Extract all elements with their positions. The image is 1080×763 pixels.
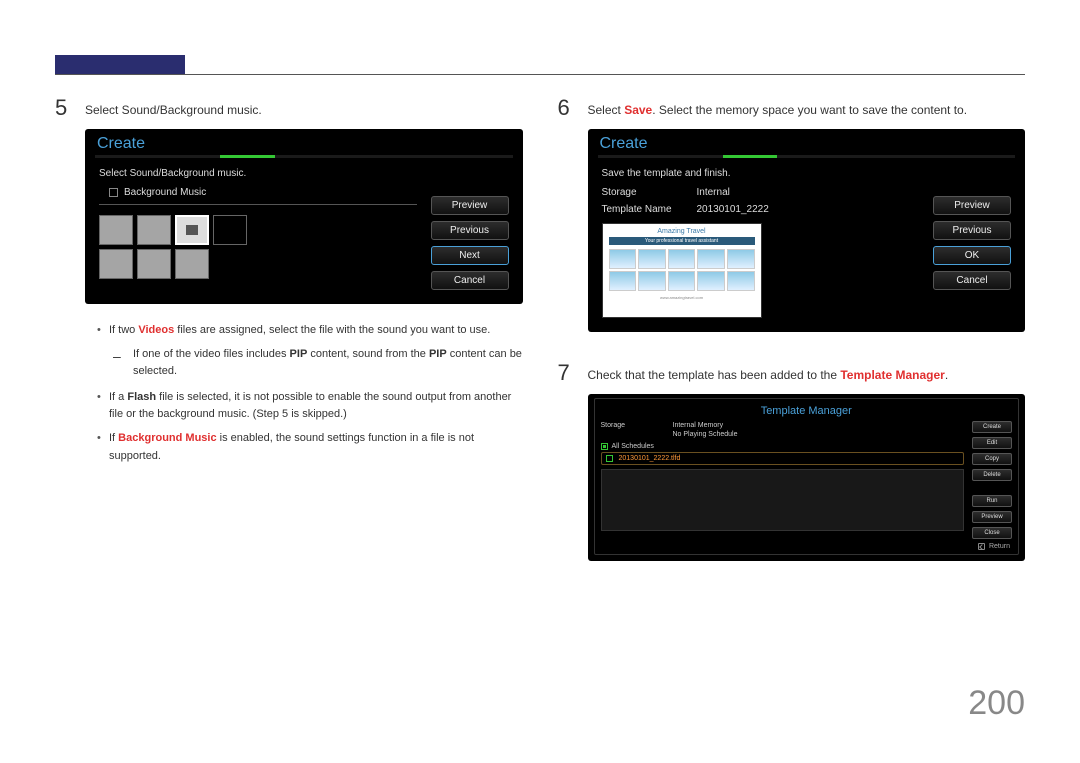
step-6-screenshot: Create Save the template and finish. Sto…	[588, 129, 1026, 332]
step-5: 5 Select Sound/Background music. Create …	[55, 95, 523, 471]
ok-button[interactable]: OK	[933, 246, 1011, 265]
thumbnail-grid	[99, 215, 417, 279]
storage-value: Internal	[697, 187, 730, 198]
all-schedules-checkbox[interactable]: All Schedules	[601, 443, 965, 450]
screenshot-subtitle: Save the template and finish.	[602, 168, 920, 179]
cancel-button[interactable]: Cancel	[431, 271, 509, 290]
step-7-number: 7	[558, 360, 576, 561]
content-columns: 5 Select Sound/Background music. Create …	[55, 95, 1025, 571]
preview-title: Amazing Travel	[609, 228, 755, 237]
thumbnail[interactable]	[99, 215, 133, 245]
left-column: 5 Select Sound/Background music. Create …	[55, 95, 523, 571]
step-6-number: 6	[558, 95, 576, 350]
step-5-text: Select Sound/Background music.	[85, 101, 523, 119]
step-6-text: Select Save. Select the memory space you…	[588, 101, 1026, 119]
tm-noschedule: No Playing Schedule	[601, 430, 965, 439]
bullet-1: If two Videos files are assigned, select…	[85, 322, 523, 340]
tm-run-button[interactable]: Run	[972, 495, 1012, 507]
progress-bar	[95, 155, 513, 158]
bullet-2: If a Flash file is selected, it is not p…	[85, 389, 523, 424]
page-number: 200	[968, 684, 1025, 723]
notes-list: If two Videos files are assigned, select…	[85, 322, 523, 340]
thumbnail[interactable]	[137, 215, 171, 245]
screenshot-subtitle: Select Sound/Background music.	[99, 168, 417, 179]
thumbnail[interactable]	[99, 249, 133, 279]
template-preview: Amazing Travel Your professional travel …	[602, 223, 762, 318]
preview-button[interactable]: Preview	[431, 196, 509, 215]
right-column: 6 Select Save. Select the memory space y…	[558, 95, 1026, 571]
previous-button[interactable]: Previous	[431, 221, 509, 240]
tm-edit-button[interactable]: Edit	[972, 437, 1012, 449]
storage-label: Storage	[602, 187, 697, 198]
step-7-text: Check that the template has been added t…	[588, 366, 1026, 384]
storage-row: Storage Internal	[602, 187, 920, 198]
template-name-row: Template Name 20130101_2222	[602, 204, 920, 215]
return-icon	[978, 543, 985, 550]
next-button[interactable]: Next	[431, 246, 509, 265]
tm-preview-button[interactable]: Preview	[972, 511, 1012, 523]
sub-bullet: If one of the video files includes PIP c…	[85, 346, 523, 381]
step-7-screenshot: Template Manager Storage Internal Memory…	[588, 394, 1026, 561]
tm-close-button[interactable]: Close	[972, 527, 1012, 539]
tm-delete-button[interactable]: Delete	[972, 469, 1012, 481]
step-7: 7 Check that the template has been added…	[558, 360, 1026, 561]
progress-bar	[598, 155, 1016, 158]
thumbnail[interactable]	[213, 215, 247, 245]
header-decorative-block	[55, 55, 185, 75]
create-title: Create	[588, 129, 1026, 155]
preview-button[interactable]: Preview	[933, 196, 1011, 215]
bullet-3: If Background Music is enabled, the soun…	[85, 430, 523, 465]
thumbnail[interactable]	[137, 249, 171, 279]
template-file-row[interactable]: 20130101_2222.tlfd	[601, 452, 965, 465]
template-name-value: 20130101_2222	[697, 204, 769, 215]
preview-footer: www.amazingtravel.com	[609, 291, 755, 300]
template-list-area	[601, 469, 965, 531]
checkbox-icon	[109, 188, 118, 197]
step-6: 6 Select Save. Select the memory space y…	[558, 95, 1026, 350]
tm-create-button[interactable]: Create	[972, 421, 1012, 433]
create-title: Create	[85, 129, 523, 155]
notes-list-2: If a Flash file is selected, it is not p…	[85, 389, 523, 465]
thumbnail[interactable]	[175, 249, 209, 279]
return-bar[interactable]: Return	[601, 539, 1013, 550]
template-name-label: Template Name	[602, 204, 697, 215]
background-music-checkbox[interactable]: Background Music	[109, 187, 417, 198]
cancel-button[interactable]: Cancel	[933, 271, 1011, 290]
template-filename: 20130101_2222.tlfd	[619, 455, 681, 462]
checkbox-label: Background Music	[124, 187, 206, 198]
file-icon	[606, 455, 613, 462]
step-5-number: 5	[55, 95, 73, 471]
tm-copy-button[interactable]: Copy	[972, 453, 1012, 465]
header-rule	[55, 74, 1025, 75]
previous-button[interactable]: Previous	[933, 221, 1011, 240]
step-5-screenshot: Create Select Sound/Background music. Ba…	[85, 129, 523, 304]
preview-subtitle: Your professional travel assistant	[609, 237, 755, 245]
template-manager-title: Template Manager	[601, 403, 1013, 421]
tm-storage-row: Storage Internal Memory	[601, 421, 965, 430]
thumbnail-selected[interactable]	[175, 215, 209, 245]
checkbox-icon	[601, 443, 608, 450]
